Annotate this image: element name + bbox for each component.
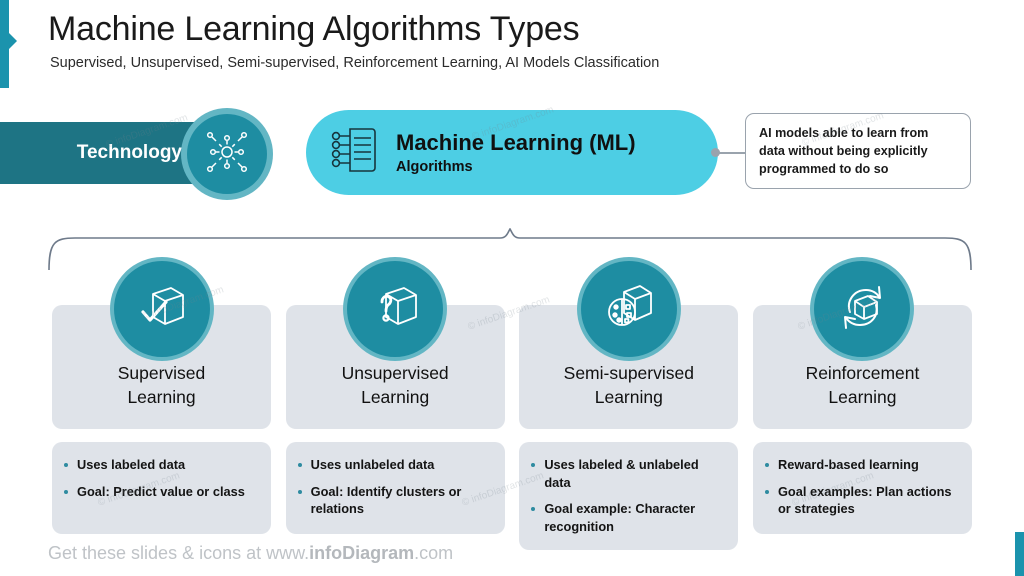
column-semi-supervised-learning: Semi-supervised Learning Uses labeled & … xyxy=(519,257,739,550)
machine-learning-subtitle: Algorithms xyxy=(396,158,473,175)
technology-banner-label: Technology xyxy=(76,142,182,163)
bullet-text: Goal examples: Plan actions or strategie… xyxy=(777,483,952,517)
bullet-item: Goal: Identify clusters or relations xyxy=(297,483,493,518)
circuit-gear-icon xyxy=(202,127,252,182)
footer-suffix: .com xyxy=(414,543,454,563)
column-icon-circle xyxy=(580,261,677,357)
bullet-item: Uses labeled data xyxy=(64,456,259,474)
bullet-text: Uses labeled data xyxy=(77,457,186,472)
bullet-text: Reward-based learning xyxy=(777,457,919,472)
bullet-card: Reward-based learning Goal examples: Pla… xyxy=(752,442,972,534)
bullet-text: Goal: Predict value or class xyxy=(77,483,245,499)
footer-credit[interactable]: Get these slides & icons at www.infoDiag… xyxy=(48,543,453,564)
column-title: Semi-supervised Learning xyxy=(563,363,694,407)
column-title: Unsupervised Learning xyxy=(341,363,449,407)
learning-types-row: Supervised Learning Uses labeled data Go… xyxy=(52,257,972,550)
footer-prefix: Get these slides & icons at www. xyxy=(48,543,310,563)
bullet-dot-icon xyxy=(64,463,68,467)
bullet-dot-icon xyxy=(297,463,302,467)
document-circuit-icon xyxy=(326,121,380,184)
bullet-item: Goal examples: Plan actions or strategie… xyxy=(764,483,960,518)
column-supervised-learning: Supervised Learning Uses labeled data Go… xyxy=(52,257,271,550)
bullet-card: Uses unlabeled data Goal: Identify clust… xyxy=(285,442,505,534)
column-icon-circle xyxy=(814,261,911,357)
bullet-text: Uses unlabeled data xyxy=(310,457,435,472)
connector-line xyxy=(719,152,746,154)
ml-definition-callout: AI models able to learn from data withou… xyxy=(745,113,971,189)
page-title: Machine Learning Algorithms Types xyxy=(48,10,580,48)
column-icon-circle xyxy=(113,261,210,357)
bullet-dot-icon xyxy=(531,507,536,512)
cube-cluster-icon xyxy=(602,280,656,339)
cube-question-icon xyxy=(368,280,422,339)
bullet-item: Uses labeled & unlabeled data xyxy=(531,456,726,491)
ml-definition-text: AI models able to learn from data withou… xyxy=(759,126,929,176)
column-unsupervised-learning: Unsupervised Learning Uses unlabeled dat… xyxy=(285,257,505,550)
bullet-dot-icon xyxy=(64,489,68,494)
bullet-card: Uses labeled data Goal: Predict value or… xyxy=(52,442,271,534)
bullet-card: Uses labeled & unlabeled data Goal examp… xyxy=(519,442,739,550)
bullet-dot-icon xyxy=(531,463,536,467)
technology-icon-circle xyxy=(187,114,267,194)
left-edge-accent-notch xyxy=(9,33,17,49)
machine-learning-title: Machine Learning (ML) xyxy=(396,130,636,156)
bullet-item: Reward-based learning xyxy=(764,456,960,474)
bullet-text: Goal: Identify clusters or relations xyxy=(310,483,462,517)
bullet-dot-icon xyxy=(297,489,302,494)
column-title: Supervised Learning xyxy=(117,363,206,407)
bullet-text: Uses labeled & unlabeled data xyxy=(544,457,699,490)
left-edge-accent-bar xyxy=(0,0,9,88)
bullet-text: Goal example: Character recognition xyxy=(544,501,696,534)
column-reinforcement-learning: Reinforcement Learning Reward-based lear… xyxy=(752,257,972,550)
footer-brand: infoDiagram xyxy=(309,543,415,563)
page-subtitle: Supervised, Unsupervised, Semi-supervise… xyxy=(50,55,660,71)
machine-learning-node[interactable]: Machine Learning (ML) Algorithms xyxy=(306,110,718,195)
column-title: Reinforcement Learning xyxy=(805,363,920,407)
bullet-dot-icon xyxy=(764,463,769,467)
bottom-right-accent-bar xyxy=(1015,532,1024,576)
cube-checkmark-icon xyxy=(135,280,189,339)
cube-cycle-arrows-icon xyxy=(834,279,890,340)
bullet-dot-icon xyxy=(764,489,769,494)
bullet-item: Goal example: Character recognition xyxy=(531,500,726,535)
bullet-item: Uses unlabeled data xyxy=(297,456,493,474)
bullet-item: Goal: Predict value or class xyxy=(64,483,259,501)
column-icon-circle xyxy=(347,261,444,357)
